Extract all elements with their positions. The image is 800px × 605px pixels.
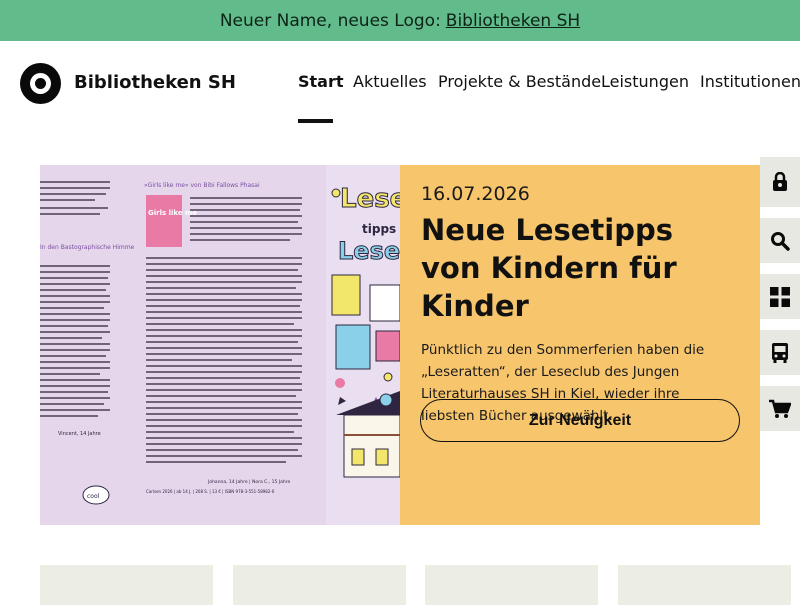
nav-aktuelles[interactable]: Aktuelles [353,72,427,91]
login-button[interactable] [760,157,800,207]
lock-icon [773,172,787,191]
nav-institutionen[interactable]: Institutionen [700,72,800,91]
quick-access-sidebar [760,157,800,442]
leseratten-flyer-illustration: In den Bastographische Himme Vincent, 14… [40,165,400,525]
flyer-banner-line-1: Lese [340,184,400,214]
teaser-card[interactable] [233,565,406,605]
flyer-bubble: cool [87,493,100,500]
bus-button[interactable] [760,330,800,375]
top-banner: Neuer Name, neues Logo: Bibliotheken SH [0,0,800,41]
teaser-card[interactable] [40,565,213,605]
search-icon [771,231,790,251]
flyer-credit: Johanna, 14 Jahre | Nora C., 15 Jahre [207,479,290,485]
nav-active-indicator [298,119,333,123]
news-date: 16.07.2026 [421,183,530,205]
site-header: Bibliotheken SH Start Aktuelles Projekte… [0,41,800,125]
flyer-banner-line-2: tipps der [362,222,400,236]
nav-start[interactable]: Start [298,72,344,91]
news-title[interactable]: Neue Lesetipps von Kindern für Kinder [421,211,740,325]
hero-card: 16.07.2026 Neue Lesetipps von Kindern fü… [400,165,760,525]
flyer-heading-right: »Girls like me« von Bibi Fallows Phasai [144,182,260,189]
apps-button[interactable] [760,274,800,319]
flyer-signature: Vincent, 14 Jahre [58,431,101,437]
nav-projekte-bestaende[interactable]: Projekte & Bestände [438,72,601,91]
bus-icon [772,342,788,363]
search-button[interactable] [760,218,800,263]
nav-leistungen[interactable]: Leistungen [601,72,689,91]
teaser-card[interactable] [425,565,598,605]
flyer-isbn: Carlsen 2026 | ab 14 J. | 208 S. | 13 € … [146,489,275,494]
hero-image: In den Bastographische Himme Vincent, 14… [40,165,400,525]
flyer-cover-title: Girls like me [148,209,197,217]
logo-icon[interactable] [20,63,61,104]
cart-button[interactable] [760,386,800,431]
flyer-banner-line-3: Leseratten [338,237,400,265]
brand-name[interactable]: Bibliotheken SH [74,72,236,93]
cart-icon [769,399,791,418]
banner-link[interactable]: Bibliotheken SH [446,11,580,31]
banner-text: Neuer Name, neues Logo: [219,10,441,31]
teaser-card[interactable] [618,565,791,605]
flyer-heading-left: In den Bastographische Himme [40,244,135,251]
grid-icon [770,286,790,307]
hero-teaser: In den Bastographische Himme Vincent, 14… [40,165,760,525]
read-more-button[interactable]: Zur Neuigkeit [420,399,740,442]
